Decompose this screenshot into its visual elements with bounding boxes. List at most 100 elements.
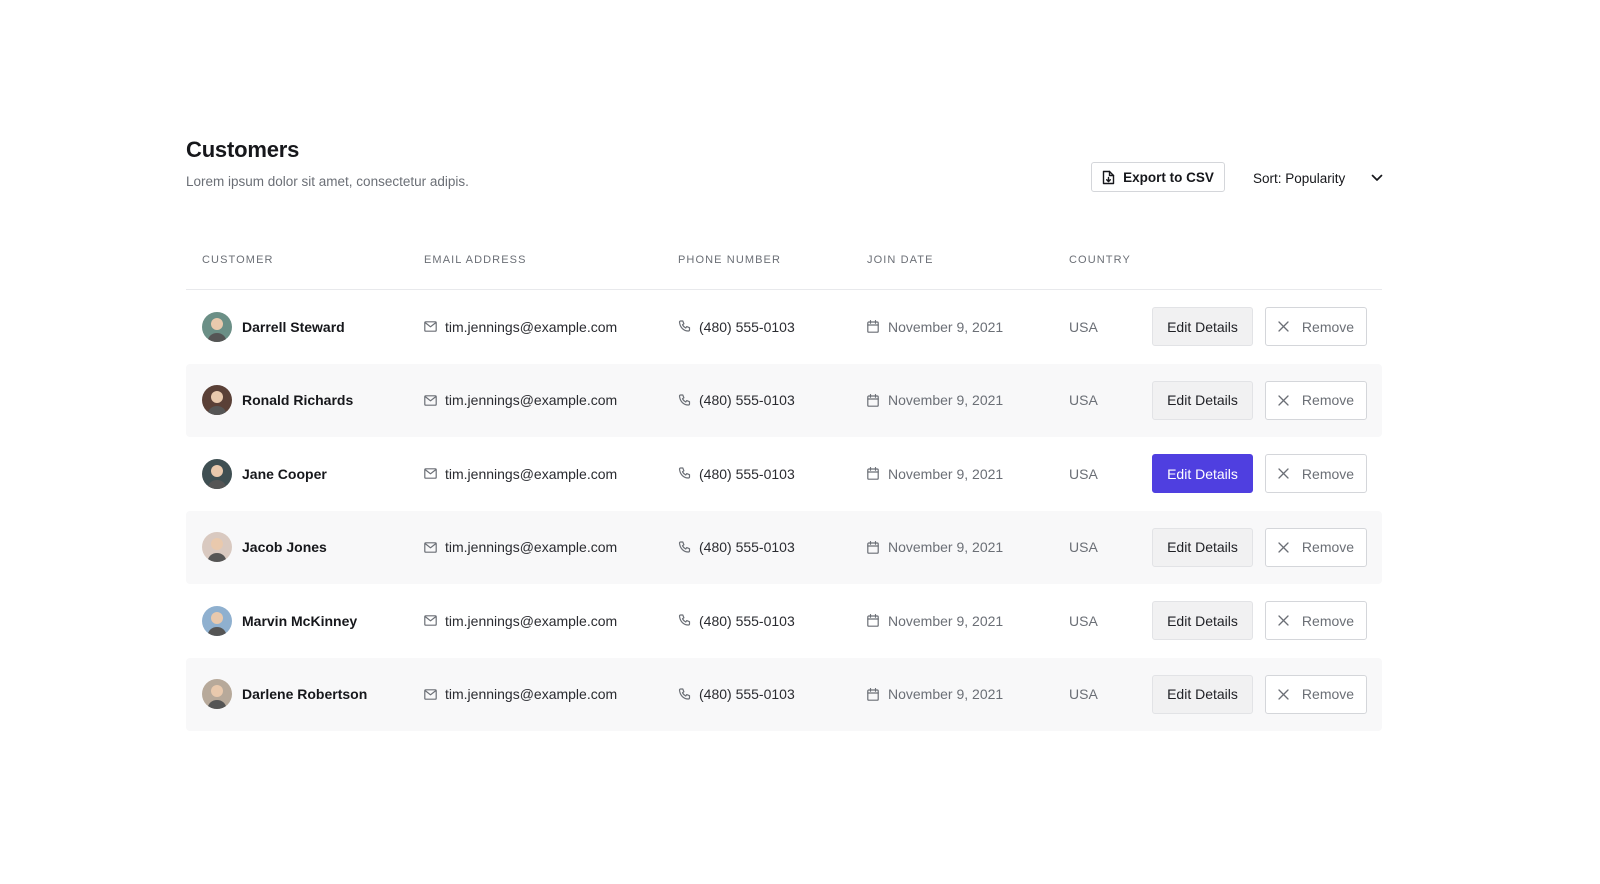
customer-join-date: November 9, 2021 (888, 392, 1004, 409)
remove-label: Remove (1301, 318, 1355, 335)
customer-name: Marvin McKinney (242, 612, 358, 629)
avatar (202, 605, 232, 636)
edit-details-label: Edit Details (1167, 686, 1238, 702)
join-date-cell: November 9, 2021 (867, 584, 1003, 658)
customer-email: tim.jennings@example.com (445, 612, 618, 629)
customer-name: Darlene Robertson (242, 686, 368, 703)
customer-phone: (480) 555-0103 (699, 392, 795, 409)
close-icon (1278, 468, 1289, 479)
customer-cell: Darrell Steward (202, 290, 345, 364)
customer-name: Darrell Steward (242, 318, 345, 335)
customers-panel: Customers Lorem ipsum dolor sit amet, co… (186, 0, 1383, 884)
customer-name: Ronald Richards (242, 392, 354, 409)
sort-dropdown[interactable]: Sort: Popularity (1253, 162, 1383, 194)
sort-label: Sort: Popularity (1253, 170, 1346, 186)
table-row: Darlene Robertson tim.jennings@example.c… (186, 657, 1382, 732)
close-icon (1278, 615, 1289, 626)
avatar (202, 311, 232, 342)
phone-icon (678, 320, 691, 333)
country-cell: USA (1069, 290, 1098, 364)
edit-details-button[interactable]: Edit Details (1152, 454, 1253, 493)
calendar-icon (867, 393, 879, 407)
remove-button[interactable]: Remove (1265, 527, 1367, 567)
remove-label: Remove (1301, 392, 1355, 408)
page-title: Customers (186, 137, 300, 162)
calendar-icon (867, 687, 879, 701)
avatar (202, 458, 232, 489)
edit-details-button[interactable]: Edit Details (1152, 307, 1253, 346)
customer-phone: (480) 555-0103 (699, 612, 795, 629)
close-icon (1278, 541, 1289, 553)
country-cell: USA (1069, 658, 1098, 732)
join-date-cell: November 9, 2021 (867, 658, 1003, 732)
join-date-cell: November 9, 2021 (867, 511, 1003, 585)
phone-icon (678, 688, 691, 701)
table-row: Ronald Richards tim.jennings@example.com… (186, 363, 1382, 438)
country-cell: USA (1069, 437, 1098, 511)
edit-details-button[interactable]: Edit Details (1152, 601, 1253, 640)
country-cell: USA (1069, 584, 1098, 658)
edit-details-label: Edit Details (1167, 539, 1238, 555)
remove-button[interactable]: Remove (1265, 674, 1367, 714)
customer-email: tim.jennings@example.com (445, 318, 618, 335)
remove-button[interactable]: Remove (1265, 454, 1367, 493)
mail-icon (424, 541, 437, 553)
email-cell: tim.jennings@example.com (424, 511, 617, 585)
customer-country: USA (1069, 465, 1098, 482)
table-header: CUSTOMER EMAIL ADDRESS PHONE NUMBER JOIN… (186, 240, 1382, 290)
customer-country: USA (1069, 612, 1098, 629)
remove-label: Remove (1301, 686, 1355, 702)
column-header-join-date: JOIN DATE (867, 254, 934, 266)
table-row: Darrell Steward tim.jennings@example.com… (186, 290, 1382, 364)
country-cell: USA (1069, 511, 1098, 585)
column-header-customer: CUSTOMER (202, 254, 274, 266)
email-cell: tim.jennings@example.com (424, 658, 617, 732)
customer-country: USA (1069, 392, 1098, 409)
chevron-down-icon (1371, 174, 1383, 182)
customer-email: tim.jennings@example.com (445, 392, 618, 409)
customer-email: tim.jennings@example.com (445, 686, 618, 703)
customer-cell: Jane Cooper (202, 437, 327, 511)
remove-label: Remove (1301, 539, 1355, 555)
page-subtitle: Lorem ipsum dolor sit amet, consectetur … (186, 174, 469, 189)
mail-icon (424, 394, 437, 406)
customer-phone: (480) 555-0103 (699, 539, 795, 556)
email-cell: tim.jennings@example.com (424, 364, 617, 438)
phone-icon (678, 467, 691, 480)
close-icon (1278, 321, 1289, 332)
avatar (202, 679, 232, 710)
remove-button[interactable]: Remove (1265, 601, 1367, 640)
customer-cell: Jacob Jones (202, 511, 327, 585)
edit-details-button[interactable]: Edit Details (1152, 527, 1253, 567)
table-row: Marvin McKinney tim.jennings@example.com… (186, 584, 1382, 658)
email-cell: tim.jennings@example.com (424, 584, 617, 658)
calendar-icon (867, 540, 879, 554)
mail-icon (424, 688, 437, 700)
customer-email: tim.jennings@example.com (445, 465, 618, 482)
close-icon (1278, 688, 1289, 700)
email-cell: tim.jennings@example.com (424, 290, 617, 364)
phone-cell: (480) 555-0103 (678, 584, 795, 658)
avatar (202, 385, 232, 416)
edit-details-label: Edit Details (1167, 392, 1238, 408)
column-header-phone: PHONE NUMBER (678, 254, 782, 266)
customer-join-date: November 9, 2021 (888, 539, 1004, 556)
edit-details-button[interactable]: Edit Details (1152, 674, 1253, 714)
phone-cell: (480) 555-0103 (678, 511, 795, 585)
table-body: Darrell Steward tim.jennings@example.com… (186, 290, 1382, 731)
remove-button[interactable]: Remove (1265, 307, 1367, 346)
export-csv-button[interactable]: Export to CSV (1091, 162, 1225, 192)
remove-button[interactable]: Remove (1265, 380, 1367, 420)
edit-details-label: Edit Details (1167, 465, 1238, 482)
calendar-icon (867, 467, 879, 481)
remove-label: Remove (1301, 612, 1355, 629)
mail-icon (424, 615, 437, 627)
customer-country: USA (1069, 686, 1098, 703)
mail-icon (424, 468, 437, 480)
column-header-email: EMAIL ADDRESS (424, 254, 527, 266)
customer-country: USA (1069, 318, 1098, 335)
phone-cell: (480) 555-0103 (678, 658, 795, 732)
email-cell: tim.jennings@example.com (424, 437, 617, 511)
edit-details-button[interactable]: Edit Details (1152, 380, 1253, 420)
edit-details-label: Edit Details (1167, 318, 1238, 335)
